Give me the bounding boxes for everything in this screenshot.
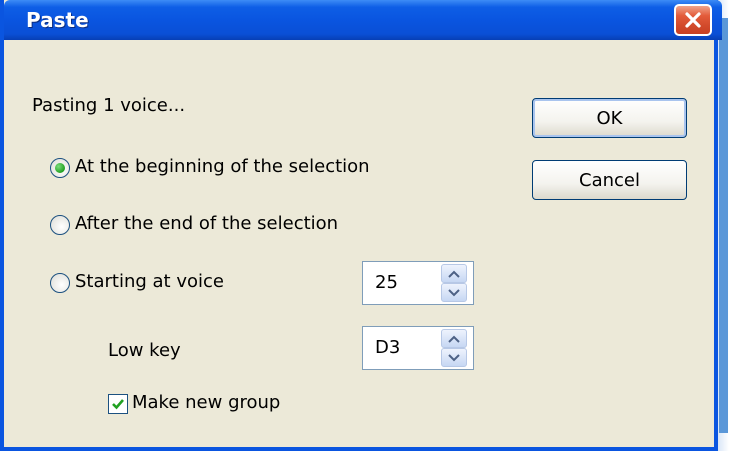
low-key-label: Low key — [108, 340, 181, 361]
make-new-group-checkbox[interactable] — [108, 394, 128, 414]
arrow-up-icon — [448, 335, 460, 343]
start-voice-up-button[interactable] — [441, 264, 467, 283]
check-icon — [112, 399, 124, 410]
window-title: Paste — [26, 8, 89, 32]
cancel-button[interactable]: Cancel — [532, 160, 687, 200]
make-new-group-label[interactable]: Make new group — [132, 392, 280, 413]
radio-beginning-of-selection[interactable] — [50, 158, 70, 178]
ok-button[interactable]: OK — [532, 98, 687, 138]
start-voice-down-button[interactable] — [441, 283, 467, 302]
close-button[interactable] — [674, 4, 712, 36]
low-key-up-button[interactable] — [441, 329, 467, 348]
low-key-spinner[interactable]: D3 — [362, 326, 474, 370]
radio-starting-at-voice[interactable] — [50, 273, 70, 293]
radio-after-end-of-selection[interactable] — [50, 215, 70, 235]
status-text: Pasting 1 voice... — [32, 95, 186, 116]
option-beginning-label[interactable]: At the beginning of the selection — [75, 156, 370, 177]
title-bar[interactable]: Paste — [4, 0, 722, 40]
arrow-down-icon — [448, 353, 460, 361]
start-voice-spinner[interactable]: 25 — [362, 261, 474, 305]
low-key-down-button[interactable] — [441, 348, 467, 367]
radio-selected-dot — [55, 163, 65, 173]
background-window-edge — [718, 0, 729, 451]
background-window-bar — [719, 18, 728, 433]
start-voice-value[interactable]: 25 — [375, 272, 398, 293]
arrow-down-icon — [448, 288, 460, 296]
arrow-up-icon — [448, 270, 460, 278]
low-key-value[interactable]: D3 — [375, 337, 400, 358]
option-after-end-label[interactable]: After the end of the selection — [75, 213, 338, 234]
paste-dialog: Paste Pasting 1 voice... At the beginnin… — [0, 0, 722, 451]
option-starting-at-voice-label[interactable]: Starting at voice — [75, 271, 224, 292]
close-icon — [685, 12, 701, 28]
